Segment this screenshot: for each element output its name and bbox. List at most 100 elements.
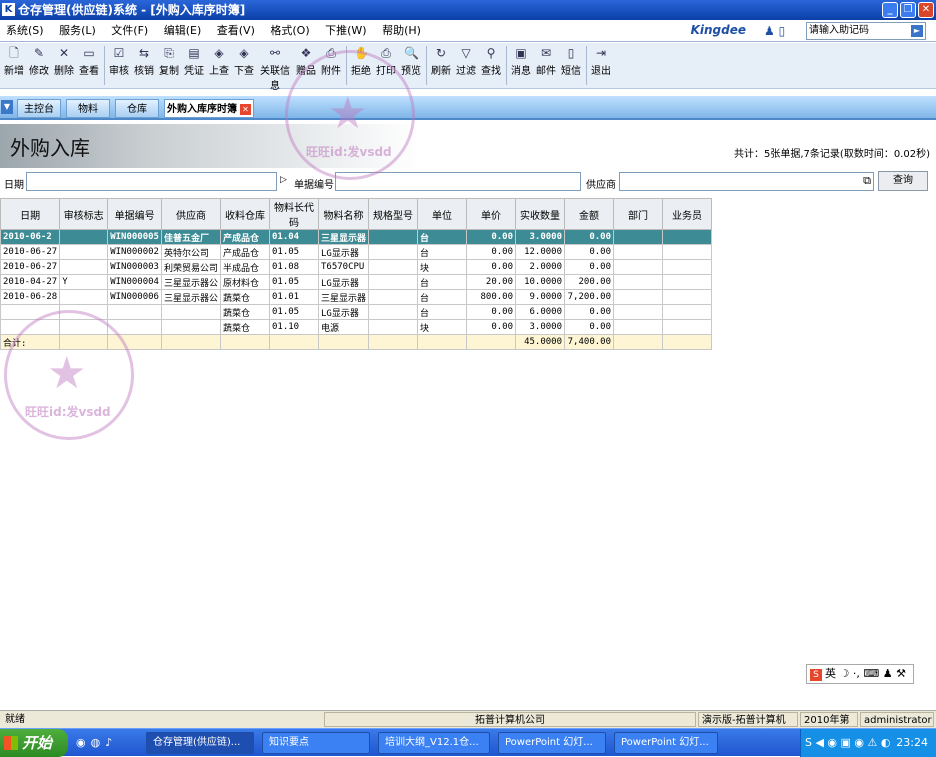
- sms-icon: ▯: [567, 46, 575, 60]
- toolbar-label: 消息: [511, 66, 531, 77]
- restore-icon[interactable]: ❐: [900, 2, 916, 18]
- quick-launch[interactable]: ◉◍♪: [76, 736, 117, 749]
- column-header[interactable]: 规格型号: [368, 198, 418, 230]
- table-cell: [160, 319, 221, 335]
- find-icon: ⚲: [486, 46, 496, 60]
- supplier-input[interactable]: ⧉: [619, 172, 874, 191]
- column-header[interactable]: 单位: [417, 198, 467, 230]
- lookup-icon[interactable]: ⧉: [863, 174, 871, 188]
- table-cell: 0.00: [564, 259, 614, 275]
- close-icon[interactable]: ✕: [918, 2, 934, 18]
- toolbar-button-mail[interactable]: ✉ 邮件: [534, 43, 558, 88]
- table-cell: [662, 274, 712, 290]
- toolbar-label: 过滤: [456, 66, 476, 77]
- toolbar-button-filter[interactable]: ▽ 过滤: [454, 43, 478, 88]
- task-powerpoint-1[interactable]: PowerPoint 幻灯...: [498, 732, 606, 754]
- column-header[interactable]: 单据编号: [107, 198, 162, 230]
- task-powerpoint-2[interactable]: PowerPoint 幻灯...: [614, 732, 718, 754]
- column-header[interactable]: 金额: [564, 198, 614, 230]
- column-header[interactable]: 物料长代码: [268, 198, 319, 230]
- column-header[interactable]: 部门: [613, 198, 663, 230]
- toolbar-button-delete[interactable]: ✕ 删除: [52, 43, 76, 88]
- close-tab-icon[interactable]: ✕: [240, 104, 251, 115]
- task-knowledge-points[interactable]: 知识要点: [262, 732, 370, 754]
- date-input[interactable]: [26, 172, 277, 191]
- window-title: 仓存管理(供应链)系统 - [外购入库序时簿]: [18, 3, 246, 17]
- toolbar-button-edit[interactable]: ✎ 修改: [27, 43, 51, 88]
- toolbar-button-writeoff[interactable]: ⇆ 核销: [132, 43, 156, 88]
- table-cell: [368, 319, 418, 335]
- tab-material[interactable]: 物料: [66, 99, 110, 118]
- menu-service[interactable]: 服务(L): [53, 20, 102, 42]
- menu-file[interactable]: 文件(F): [105, 20, 154, 42]
- table-cell: 电源: [317, 319, 370, 335]
- column-header[interactable]: 业务员: [662, 198, 712, 230]
- table-cell: 0.00: [466, 229, 516, 245]
- column-header[interactable]: 实收数量: [515, 198, 565, 230]
- table-cell: [59, 229, 109, 245]
- toolbar-button-find[interactable]: ⚲ 查找: [479, 43, 503, 88]
- total-amount: 7,400.00: [564, 334, 614, 350]
- approve-icon: ☑: [113, 46, 125, 60]
- toolbar-button-refresh[interactable]: ↻ 刷新: [429, 43, 453, 88]
- table-cell: 台: [417, 244, 467, 260]
- column-header[interactable]: 日期: [0, 198, 61, 230]
- toolbar-button-message[interactable]: ▣ 消息: [509, 43, 533, 88]
- column-header[interactable]: 单价: [466, 198, 516, 230]
- table-row[interactable]: 2010-04-27 Y WIN000004 三星显示器公 原材料仓 01.05 LG显示器…: [0, 274, 712, 290]
- table-cell: [662, 229, 712, 245]
- toolbar-button-new-doc[interactable]: 🗋 新增: [2, 43, 26, 88]
- toolbar-button-trace-up[interactable]: ◈ 上查: [207, 43, 231, 88]
- ime-toolbar[interactable]: S英 ☽ ·, ⌨ ♟ ⚒: [806, 664, 914, 684]
- toolbar-separator: [426, 46, 427, 85]
- table-cell: WIN000006: [107, 289, 162, 305]
- toolbar-button-trace-down[interactable]: ◈ 下查: [232, 43, 256, 88]
- table-row[interactable]: 2010-06-27 WIN000003 利荣贸易公司 半成品仓 01.08 T6570C…: [0, 259, 712, 275]
- search-button[interactable]: 查询: [878, 171, 928, 191]
- toolbar-button-copy[interactable]: ⎘ 复制: [157, 43, 181, 88]
- table-cell: 0.00: [466, 259, 516, 275]
- tray-icons[interactable]: S ◀ ◉ ▣ ◉ ⚠ ◐: [805, 736, 890, 749]
- tab-dropdown-icon[interactable]: ▼: [1, 100, 13, 114]
- task-inventory-app[interactable]: 仓存管理(供应链)...: [146, 732, 254, 754]
- table-row[interactable]: 2010-06-27 WIN000002 英特尔公司 产成品仓 01.05 LG显示器台 0…: [0, 244, 712, 260]
- menu-push[interactable]: 下推(W): [319, 20, 372, 42]
- table-row[interactable]: 2010-06-2 WIN000005 佳普五金厂 产成品仓 01.04 三星显示器台 0.…: [0, 229, 712, 245]
- menu-view[interactable]: 查看(V): [211, 20, 261, 42]
- column-header[interactable]: 供应商: [160, 198, 221, 230]
- toolbar-button-view[interactable]: ▭ 查看: [77, 43, 101, 88]
- tab-warehouse[interactable]: 仓库: [115, 99, 159, 118]
- table-cell: 200.00: [564, 274, 614, 290]
- help-code-input[interactable]: 请输入助记码 ►: [806, 22, 926, 40]
- table-cell: [662, 244, 712, 260]
- table-cell: 0.00: [466, 319, 516, 335]
- task-training-outline[interactable]: 培训大纲_V12.1仓...: [378, 732, 490, 754]
- toolbar-button-sms[interactable]: ▯ 短信: [559, 43, 583, 88]
- trace-down-icon: ◈: [239, 46, 249, 60]
- toolbar-button-voucher[interactable]: ▤ 凭证: [182, 43, 206, 88]
- table-row[interactable]: 2010-06-28 WIN000006 三星显示器公 蔬菜仓 01.01 三星显示器 台 8…: [0, 289, 712, 305]
- filter-row: 日期 ▷ 单据编号 供应商 ⧉: [0, 171, 936, 193]
- menu-system[interactable]: 系统(S): [0, 20, 50, 42]
- toolbar-button-exit[interactable]: ⇥ 退出: [589, 43, 613, 88]
- go-icon[interactable]: ►: [911, 25, 923, 37]
- minimize-icon[interactable]: _: [882, 2, 898, 18]
- table-cell: 产成品仓: [219, 229, 270, 245]
- table-cell: 800.00: [466, 289, 516, 305]
- table-row[interactable]: 蔬菜仓 01.05 LG显示器台 0.00 6.0000 0.00: [0, 304, 712, 320]
- column-header[interactable]: 物料名称: [317, 198, 370, 230]
- tab-console[interactable]: 主控台: [17, 99, 61, 118]
- table-cell: WIN000004: [107, 274, 162, 290]
- menu-help[interactable]: 帮助(H): [376, 20, 427, 42]
- tab-purchase-inbound[interactable]: 外购入库序时簿 ✕: [164, 99, 254, 118]
- status-period: 2010年第5期: [800, 712, 858, 742]
- start-button[interactable]: 开始: [0, 729, 68, 757]
- toolbar-button-link-info[interactable]: ⚯ 关联信息: [257, 43, 293, 92]
- menu-edit[interactable]: 编辑(E): [158, 20, 208, 42]
- column-header[interactable]: 收料仓库: [219, 198, 270, 230]
- menu-format[interactable]: 格式(O): [264, 20, 315, 42]
- toolbar-label: 上查: [209, 66, 229, 77]
- toolbar-button-approve[interactable]: ☑ 审核: [107, 43, 131, 88]
- column-header[interactable]: 审核标志: [59, 198, 109, 230]
- toolbar-label: 短信: [561, 66, 581, 77]
